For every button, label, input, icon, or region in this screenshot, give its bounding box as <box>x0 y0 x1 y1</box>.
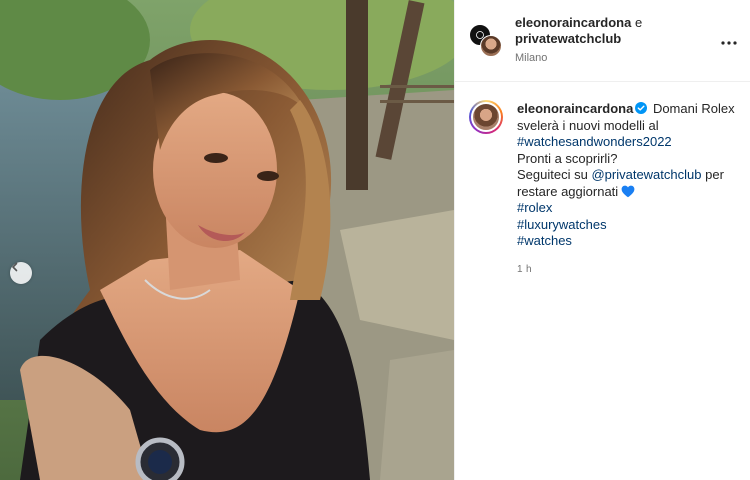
caption-text-5: per <box>705 167 724 182</box>
header-conjunction: e <box>634 15 643 30</box>
header-line-1: eleonoraincardona e <box>515 15 642 31</box>
mention-privatewatchclub[interactable]: @privatewatchclub <box>591 167 701 182</box>
hashtag-luxurywatches[interactable]: #luxurywatches <box>517 217 607 232</box>
caption-avatar-image <box>471 102 501 132</box>
blue-heart-icon <box>621 185 635 198</box>
more-options-icon <box>721 32 737 50</box>
hashtag-rolex[interactable]: #rolex <box>517 200 552 215</box>
caption-text-6: restare aggiornati <box>517 183 619 199</box>
collab-avatars[interactable] <box>469 23 503 58</box>
caption-avatar[interactable] <box>469 100 503 134</box>
caption-text-3: Pronti a scoprirli? <box>517 150 618 166</box>
header-text: eleonoraincardona e privatewatchclub Mil… <box>515 15 642 66</box>
post-photo[interactable] <box>0 0 454 480</box>
post-header: eleonoraincardona e privatewatchclub Mil… <box>455 0 750 82</box>
caption-text-2: svelerà i nuovi modelli al <box>517 117 659 133</box>
verified-badge-icon <box>635 102 648 114</box>
post-side-panel: eleonoraincardona e privatewatchclub Mil… <box>454 0 750 480</box>
caption-username[interactable]: eleonoraincardona <box>517 101 633 116</box>
hashtag-watchesandwonders2022[interactable]: #watchesandwonders2022 <box>517 134 672 149</box>
header-user-primary[interactable]: eleonoraincardona <box>515 15 631 30</box>
caption-text-4: Seguiteci su <box>517 167 588 182</box>
header-location[interactable]: Milano <box>515 50 642 66</box>
more-options-button[interactable] <box>720 32 738 50</box>
photo-illustration <box>0 0 454 480</box>
instagram-post: eleonoraincardona e privatewatchclub Mil… <box>0 0 750 480</box>
header-user-secondary[interactable]: privatewatchclub <box>515 31 642 47</box>
caption-content: eleonoraincardona Domani Rolex svelerà i… <box>517 100 735 275</box>
post-caption: eleonoraincardona Domani Rolex svelerà i… <box>455 82 750 275</box>
caption-text-1: Domani Rolex <box>652 101 735 116</box>
post-timestamp[interactable]: 1 h <box>517 264 735 275</box>
previous-photo-button[interactable] <box>10 262 32 284</box>
hashtag-watches[interactable]: #watches <box>517 233 572 248</box>
caption-text: eleonoraincardona Domani Rolex svelerà i… <box>517 101 735 250</box>
avatar-eleonoraincardona[interactable] <box>480 34 502 57</box>
